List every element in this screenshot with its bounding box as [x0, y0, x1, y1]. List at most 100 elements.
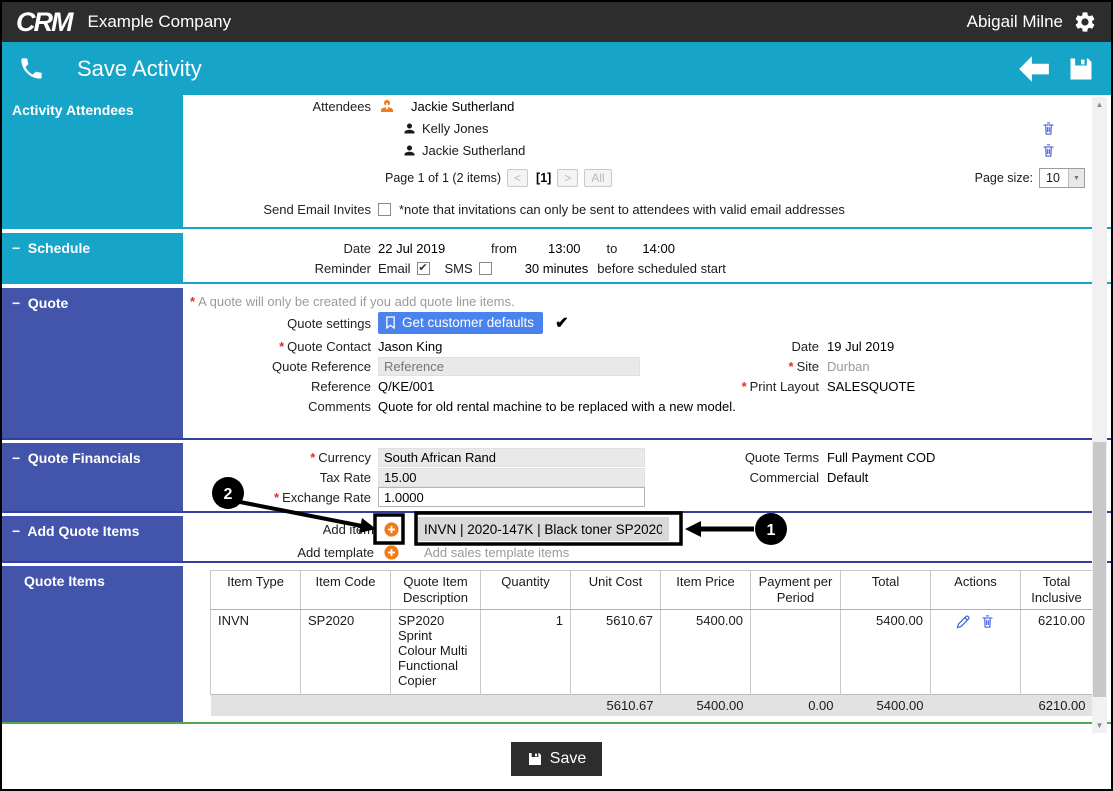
save-button[interactable]: Save	[510, 742, 603, 776]
quote-date-value[interactable]: 19 Jul 2019	[827, 339, 894, 354]
section-header-add-quote-items[interactable]: − Add Quote Items	[2, 516, 183, 561]
collapse-icon[interactable]: −	[12, 240, 24, 256]
attendee-picker-value[interactable]: Jackie Sutherland	[411, 99, 514, 114]
back-arrow-icon[interactable]	[1017, 54, 1051, 84]
pager-all-button[interactable]: All	[584, 169, 612, 187]
add-template-plus-icon[interactable]	[383, 544, 400, 561]
check-icon: ✔	[555, 315, 569, 332]
defaults-icon	[386, 316, 395, 329]
section-header-activity-attendees[interactable]: Activity Attendees	[2, 95, 183, 227]
tax-rate-label: Tax Rate	[319, 469, 371, 485]
section-header-quote-financials[interactable]: − Quote Financials	[2, 443, 183, 511]
collapse-icon[interactable]: −	[12, 450, 24, 466]
section-label: Quote	[27, 295, 69, 311]
comments-value[interactable]: Quote for old rental machine to be repla…	[378, 399, 736, 414]
collapse-icon[interactable]: −	[12, 523, 24, 539]
quote-contact-label: Quote Contact	[287, 338, 371, 354]
quote-items-table: Item Type Item Code Quote Item Descripti…	[210, 570, 1093, 716]
section-header-schedule[interactable]: − Schedule	[2, 233, 183, 282]
tax-rate-input	[378, 467, 645, 487]
section-quote-financials: − Quote Financials *Currency Quote Terms…	[2, 443, 1111, 513]
crm-logo: CRM	[16, 6, 73, 37]
quote-date-label: Date	[791, 338, 819, 354]
exchange-rate-input[interactable]	[378, 487, 645, 507]
total-unit-cost: 5610.67	[570, 694, 661, 716]
table-header-row: Item Type Item Code Quote Item Descripti…	[210, 570, 1093, 610]
column-header: Actions	[930, 570, 1021, 610]
sms-checkbox[interactable]	[478, 261, 492, 275]
add-item-input[interactable]	[417, 517, 669, 541]
comments-row: Comments Quote for old rental machine to…	[183, 396, 1089, 416]
column-header: Item Type	[210, 570, 301, 610]
comments-label: Comments	[308, 398, 371, 414]
attendees-label: Attendees	[312, 98, 371, 114]
total-payment-per-period: 0.00	[750, 694, 841, 716]
attendee-row: Kelly Jones	[402, 117, 1089, 139]
vertical-scrollbar[interactable]: ▲ ▼	[1092, 97, 1107, 733]
appbar: Save Activity	[2, 42, 1111, 95]
from-time[interactable]: 13:00	[548, 241, 581, 256]
quote-terms-value[interactable]: Full Payment COD	[827, 450, 935, 465]
save-icon[interactable]	[1067, 55, 1095, 83]
cell-total-inclusive: 6210.00	[1020, 609, 1093, 695]
quote-reference-input[interactable]	[378, 356, 640, 376]
schedule-date-row: Date 22 Jul 2019 from 13:00 to 14:00	[183, 238, 1089, 258]
section-header-quote-items[interactable]: Quote Items	[2, 566, 183, 722]
exchange-rate-label: Exchange Rate	[282, 489, 371, 505]
attendee-name: Jackie Sutherland	[422, 142, 526, 158]
pager-next-button[interactable]: >	[557, 169, 579, 187]
save-floppy-icon	[528, 753, 541, 765]
person-icon	[404, 145, 415, 155]
reference-row: Reference Q/KE/001 * Print Layout SALESQU…	[183, 376, 1089, 396]
commercial-value[interactable]: Default	[827, 470, 868, 485]
person-icon	[404, 123, 415, 133]
add-item-label: Add item	[322, 521, 374, 537]
phone-icon	[21, 58, 42, 79]
date-value[interactable]: 22 Jul 2019	[378, 241, 491, 256]
reminder-label: Reminder	[314, 260, 371, 276]
scroll-up-icon[interactable]: ▲	[1092, 97, 1107, 112]
scrollbar-thumb[interactable]	[1093, 442, 1106, 697]
section-add-quote-items: − Add Quote Items Add item Add template …	[2, 516, 1111, 563]
page-size-label: Page size:	[974, 171, 1033, 185]
total-item-price: 5400.00	[660, 694, 751, 716]
user-name[interactable]: Abigail Milne	[967, 12, 1063, 32]
cell-quantity: 1	[480, 609, 571, 695]
settings-gear-icon[interactable]	[1073, 10, 1097, 34]
print-layout-label: Print Layout	[749, 378, 819, 394]
quote-contact-value[interactable]: Jason King	[378, 339, 640, 354]
site-label: Site	[796, 358, 819, 374]
pager-summary: Page 1 of 1 (2 items)	[385, 171, 502, 185]
add-attendee-icon[interactable]	[378, 97, 396, 115]
required-icon: *	[741, 378, 747, 394]
collapse-icon[interactable]: −	[12, 295, 24, 311]
reminder-minutes[interactable]: 30 minutes	[525, 261, 589, 276]
add-item-plus-icon[interactable]	[383, 521, 400, 538]
dropdown-arrow-icon[interactable]: ▼	[1068, 169, 1084, 187]
delete-item-icon[interactable]	[979, 613, 996, 630]
section-label: Add Quote Items	[27, 523, 140, 539]
quote-contact-row: * Quote Contact Jason King Date 19 Jul 20…	[183, 336, 1089, 356]
scroll-down-icon[interactable]: ▼	[1092, 718, 1107, 733]
to-time[interactable]: 14:00	[642, 241, 675, 256]
quote-reference-row: Quote Reference *Site Durban	[183, 356, 1089, 376]
email-checkbox[interactable]: ✔	[416, 261, 430, 275]
column-header: Payment per Period	[750, 570, 841, 610]
form-content: Activity Attendees Attendees Jackie Suth…	[2, 95, 1111, 724]
get-customer-defaults-button[interactable]: Get customer defaults	[378, 312, 544, 334]
column-header: Item Price	[660, 570, 751, 610]
send-invites-checkbox[interactable]	[378, 202, 391, 216]
delete-attendee-icon[interactable]	[1040, 120, 1057, 140]
add-template-placeholder[interactable]: Add sales template items	[424, 545, 569, 560]
date-label: Date	[343, 240, 371, 256]
delete-attendee-icon[interactable]	[1040, 142, 1057, 162]
quote-terms-label: Quote Terms	[744, 449, 819, 465]
section-activity-attendees: Activity Attendees Attendees Jackie Suth…	[2, 95, 1111, 229]
reference-value[interactable]: Q/KE/001	[378, 379, 640, 394]
edit-pencil-icon[interactable]	[955, 613, 972, 630]
quote-settings-label: Quote settings	[287, 315, 371, 331]
page-size-select[interactable]: 10 ▼	[1039, 168, 1085, 188]
section-header-quote[interactable]: − Quote	[2, 288, 183, 438]
print-layout-value[interactable]: SALESQUOTE	[827, 379, 915, 394]
pager-prev-button[interactable]: <	[507, 169, 529, 187]
